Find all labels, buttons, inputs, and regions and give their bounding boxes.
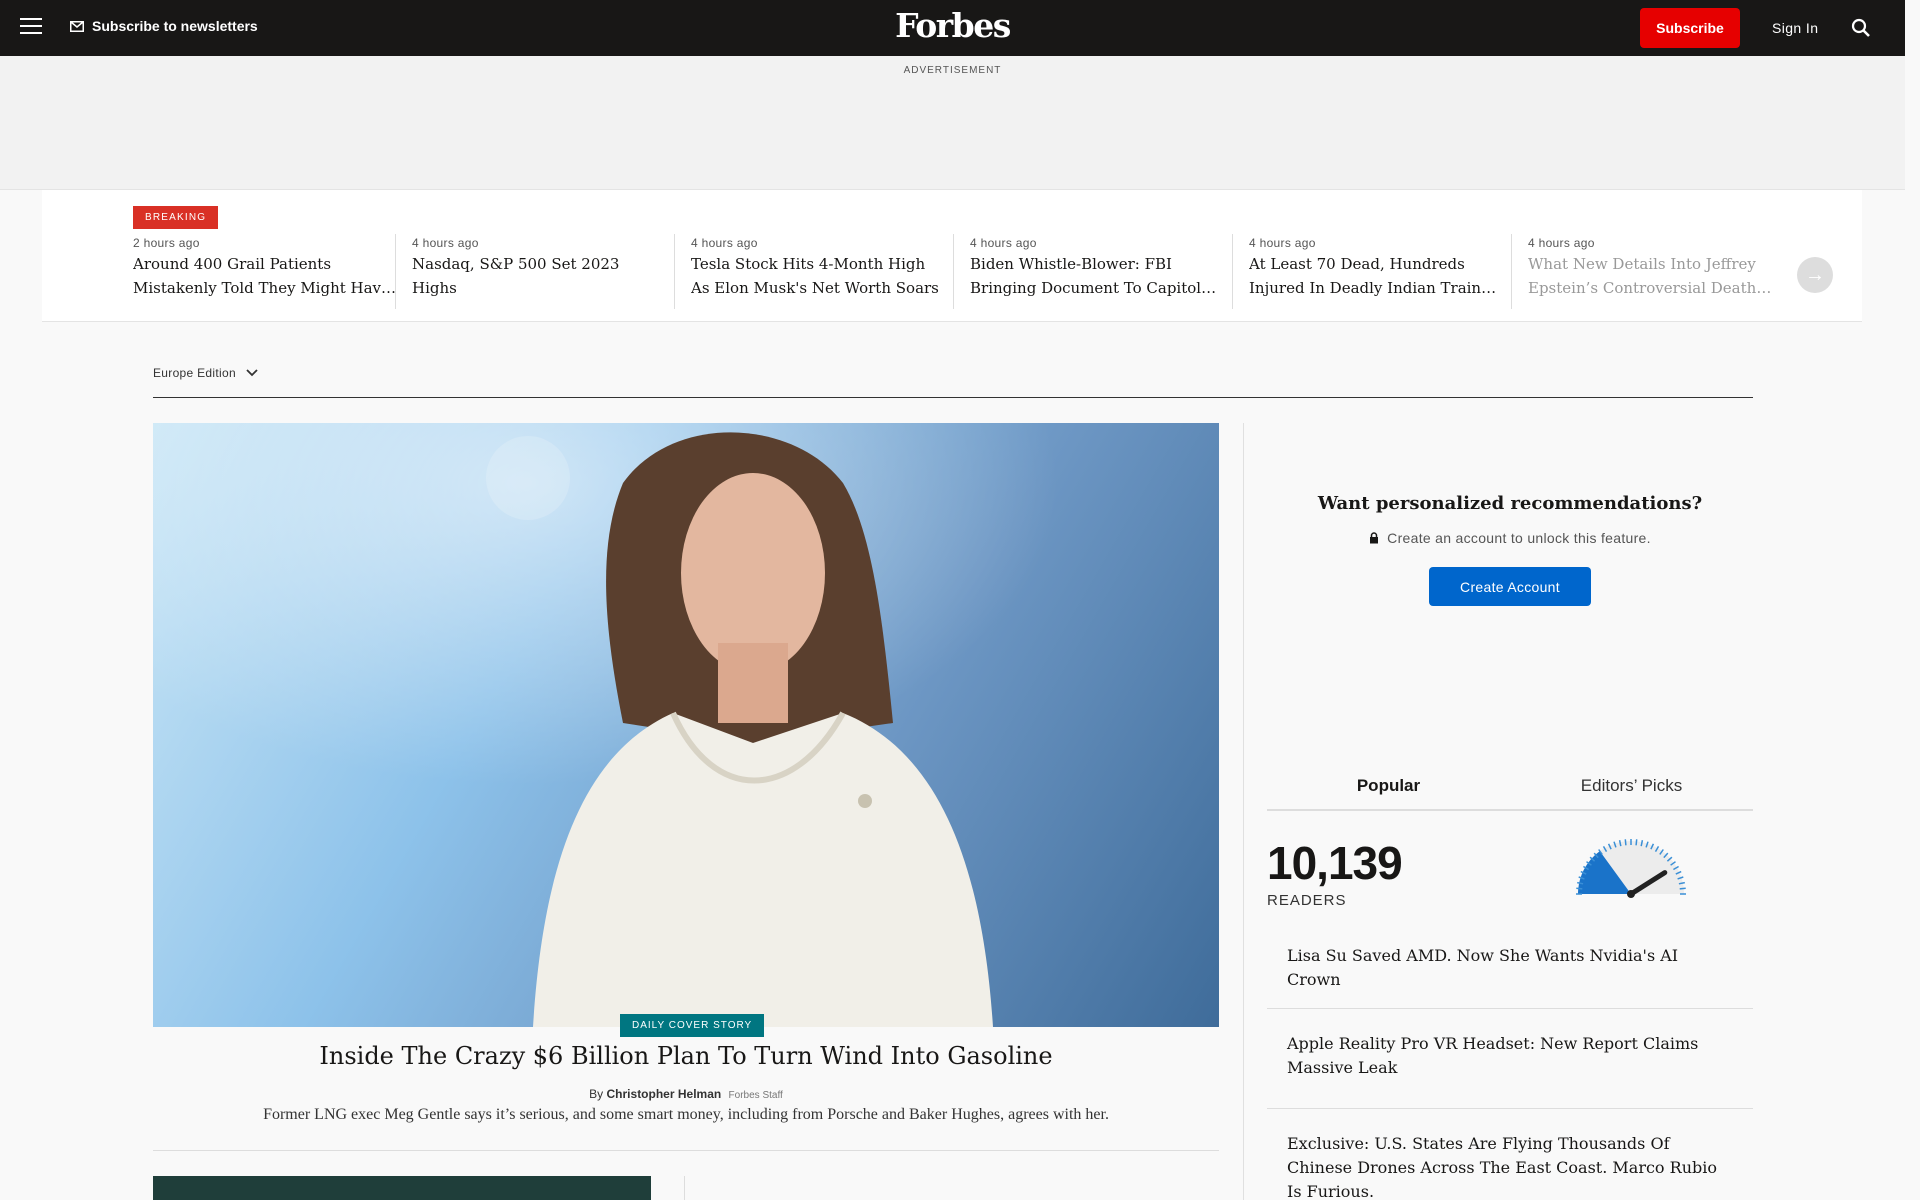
popular-story[interactable]: Lisa Su Saved AMD. Now She Wants Nvidia'… xyxy=(1267,944,1753,992)
hero-headline[interactable]: Inside The Crazy $6 Billion Plan To Turn… xyxy=(153,1042,1219,1070)
ticker-title: Around 400 Grail Patients Mistakenly Tol… xyxy=(133,255,390,297)
gauge-tick xyxy=(1679,887,1686,890)
edition-selector[interactable]: Europe Edition xyxy=(153,366,258,380)
ticker-time: 2 hours ago xyxy=(133,236,200,250)
tab-popular[interactable]: Popular xyxy=(1267,776,1510,809)
edition-label: Europe Edition xyxy=(153,366,236,380)
author-role: Forbes Staff xyxy=(728,1090,783,1101)
readers-gauge xyxy=(1576,839,1686,898)
ticker-item[interactable]: 4 hours ago Biden Whistle-Blower: FBI Br… xyxy=(953,234,1218,309)
byline-prefix: By xyxy=(589,1087,604,1101)
ticker-item[interactable]: 2 hours ago Around 400 Grail Patients Mi… xyxy=(133,234,398,309)
create-account-button[interactable]: Create Account xyxy=(1429,567,1591,606)
ticker-title: Tesla Stock Hits 4-Month High As Elon Mu… xyxy=(691,255,939,297)
ticker-time: 4 hours ago xyxy=(1528,236,1595,250)
gauge-tick xyxy=(1576,887,1583,890)
ticker-title: Biden Whistle-Blower: FBI Bringing Docum… xyxy=(970,255,1202,297)
ticker-item[interactable]: 4 hours ago Tesla Stock Hits 4-Month Hig… xyxy=(674,234,939,309)
arrow-right-icon[interactable]: → xyxy=(1797,257,1833,293)
recommendations-subtitle: Create an account to unlock this feature… xyxy=(1267,530,1753,546)
ticker-item[interactable]: 4 hours ago Nasdaq, S&P 500 Set 2023 Hig… xyxy=(395,234,660,309)
hero-image[interactable] xyxy=(153,423,1219,1027)
story-thumbnail[interactable] xyxy=(153,1176,651,1200)
ticker-time: 4 hours ago xyxy=(970,236,1037,250)
gauge-tick xyxy=(1635,839,1638,846)
readers-count: 10,139 xyxy=(1267,837,1403,889)
sign-in-link[interactable]: Sign In xyxy=(1772,20,1818,36)
advertisement-area: ADVERTISEMENT xyxy=(0,56,1905,190)
lock-icon xyxy=(1370,532,1379,544)
divider xyxy=(684,1176,685,1200)
hero-portrait xyxy=(153,423,1219,1027)
ticker-title: At Least 70 Dead, Hundreds Injured In De… xyxy=(1249,255,1482,297)
ticker-time: 4 hours ago xyxy=(691,236,758,250)
divider xyxy=(1267,1108,1753,1109)
advertisement-label: ADVERTISEMENT xyxy=(903,65,1002,76)
search-icon[interactable] xyxy=(1849,16,1873,40)
column-divider xyxy=(1243,423,1244,1200)
gauge-tick xyxy=(1624,839,1627,846)
divider xyxy=(153,1150,1219,1151)
author-link[interactable]: Christopher Helman xyxy=(607,1087,722,1101)
divider xyxy=(153,397,1753,398)
breaking-ticker: BREAKING 2 hours ago Around 400 Grail Pa… xyxy=(42,190,1862,322)
hero-description: Former LNG exec Meg Gentle says it’s ser… xyxy=(263,1106,1109,1123)
ticker-time: 4 hours ago xyxy=(1249,236,1316,250)
hero-byline: By Christopher Helman Forbes Staff xyxy=(153,1087,1219,1101)
top-nav: Subscribe to newsletters Forbes Subscrib… xyxy=(0,0,1905,56)
forbes-logo[interactable]: Forbes xyxy=(0,6,1905,45)
chevron-down-icon xyxy=(246,369,258,377)
breaking-badge: BREAKING xyxy=(133,206,219,229)
recommendations-subtitle-text: Create an account to unlock this feature… xyxy=(1387,530,1651,546)
readers-label: READERS xyxy=(1267,892,1347,909)
ticker-item[interactable]: 4 hours ago At Least 70 Dead, Hundreds I… xyxy=(1232,234,1497,309)
popular-story[interactable]: Apple Reality Pro VR Headset: New Report… xyxy=(1267,1032,1753,1080)
popular-tabs: Popular Editors’ Picks xyxy=(1267,776,1753,811)
ticker-item[interactable]: 4 hours ago What New Details Into Jeffre… xyxy=(1511,234,1776,309)
ticker-title: What New Details Into Jeffrey Epstein’s … xyxy=(1528,255,1757,297)
popular-story[interactable]: Exclusive: U.S. States Are Flying Thousa… xyxy=(1267,1132,1753,1200)
divider xyxy=(1267,1008,1753,1009)
subscribe-button[interactable]: Subscribe xyxy=(1640,8,1740,48)
tab-editors-picks[interactable]: Editors’ Picks xyxy=(1510,776,1753,809)
ticker-title: Nasdaq, S&P 500 Set 2023 Highs xyxy=(412,255,620,297)
cover-story-badge: DAILY COVER STORY xyxy=(620,1014,765,1037)
recommendations-title: Want personalized recommendations? xyxy=(1317,493,1703,514)
ticker-time: 4 hours ago xyxy=(412,236,479,250)
